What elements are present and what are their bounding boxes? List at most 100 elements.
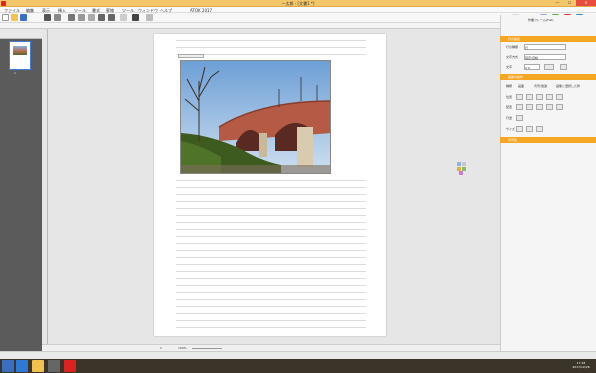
align-btn-5[interactable] xyxy=(556,104,563,110)
start-icon[interactable] xyxy=(2,360,14,372)
ruled-line xyxy=(176,236,366,237)
status-zoom[interactable]: 100% xyxy=(178,346,187,350)
position-label: 位置 xyxy=(506,95,513,99)
kind-option-frame[interactable]: 画像と選択した枠 xyxy=(556,84,580,88)
align-btn-3[interactable] xyxy=(536,104,543,110)
section-line-edit[interactable]: 行の編集 xyxy=(500,36,596,42)
horizontal-scrollbar[interactable] xyxy=(0,351,596,359)
linefeed-label: 行送 xyxy=(506,116,513,120)
ruled-line xyxy=(176,299,366,300)
align-btn-2[interactable] xyxy=(526,104,533,110)
ruled-line xyxy=(176,306,366,307)
line-type-label: 行の種類 xyxy=(506,45,519,49)
ruled-line xyxy=(176,54,366,55)
close-button[interactable]: ✕ xyxy=(576,0,596,6)
kind-option-bg[interactable]: 背景/透過 xyxy=(534,84,547,88)
page-thumbnail-pane: 1 xyxy=(0,29,42,351)
ruled-line xyxy=(176,208,366,209)
kind-option-screen[interactable]: 画面 xyxy=(518,84,524,88)
thumbnail-page-number: 1 xyxy=(14,71,16,75)
print-icon[interactable] xyxy=(44,14,51,21)
preview-icon[interactable] xyxy=(54,14,61,21)
panel-header: 作業フレーム(Full) xyxy=(528,18,554,22)
ichitaro-taskbar-icon[interactable] xyxy=(64,360,76,372)
apply-button[interactable] xyxy=(544,64,554,70)
maximize-button[interactable]: ☐ xyxy=(564,0,575,6)
pos-btn-3[interactable] xyxy=(536,94,543,100)
ruled-line xyxy=(176,243,366,244)
ie-icon[interactable] xyxy=(16,360,28,372)
char-mode-select[interactable]: 固定/自動 xyxy=(524,54,566,60)
linefeed-btn[interactable] xyxy=(516,115,523,121)
ruled-line xyxy=(176,278,366,279)
bridge-photo[interactable] xyxy=(180,60,331,174)
ruled-line xyxy=(176,271,366,272)
ruled-line xyxy=(176,250,366,251)
ruled-line xyxy=(176,264,366,265)
section-bg-color[interactable]: 背景色 xyxy=(500,137,596,143)
ruled-line xyxy=(176,194,366,195)
size-label: サイズ xyxy=(506,127,515,131)
ruled-line xyxy=(176,47,366,48)
ruled-line xyxy=(176,320,366,321)
ruled-line xyxy=(176,201,366,202)
thumbnail-image xyxy=(13,46,27,55)
paste-icon[interactable] xyxy=(88,14,95,21)
new-doc-icon[interactable] xyxy=(2,14,9,21)
undo-icon[interactable] xyxy=(98,14,105,21)
char-mode-label: 文字方式 xyxy=(506,55,519,59)
save-icon[interactable] xyxy=(20,14,27,21)
open-folder-icon[interactable] xyxy=(11,14,18,21)
align-btn-1[interactable] xyxy=(516,104,523,110)
app-icon[interactable] xyxy=(1,1,6,6)
minimize-button[interactable]: — xyxy=(552,0,563,6)
zoom-slider[interactable] xyxy=(192,348,222,349)
ruled-line xyxy=(176,229,366,230)
ruled-line xyxy=(176,257,366,258)
find-icon[interactable] xyxy=(120,14,127,21)
thumbnail-header xyxy=(0,29,42,39)
bridge-photo-svg xyxy=(181,61,330,173)
explorer-icon[interactable] xyxy=(32,360,44,372)
align-btn-4[interactable] xyxy=(546,104,553,110)
table-icon[interactable] xyxy=(146,14,153,21)
line-type-select[interactable]: 行 xyxy=(524,44,566,50)
pos-btn-2[interactable] xyxy=(526,94,533,100)
reset-button[interactable] xyxy=(560,64,567,70)
title-bar: 一太郎 - [文書1 *] — ☐ ✕ xyxy=(0,0,596,7)
app-icon-taskbar[interactable] xyxy=(48,360,60,372)
ruled-line xyxy=(176,40,366,41)
ruled-line xyxy=(176,180,366,181)
ruled-line xyxy=(176,285,366,286)
clock-date: 2017/12/26 xyxy=(572,365,590,369)
ruled-line xyxy=(176,313,366,314)
char-label: 文字 xyxy=(506,65,513,69)
pos-btn-5[interactable] xyxy=(556,94,563,100)
size-btn-1[interactable] xyxy=(516,126,523,132)
size-btn-3[interactable] xyxy=(536,126,543,132)
kind-label: 種類 xyxy=(506,84,513,88)
section-image-ops[interactable]: 画像の操作 xyxy=(500,74,596,80)
cut-icon[interactable] xyxy=(68,14,75,21)
taskbar xyxy=(0,359,596,373)
floating-palette[interactable] xyxy=(456,161,470,175)
clock[interactable]: 17:18 2017/12/26 xyxy=(568,361,594,369)
align-label: 配置 xyxy=(506,105,513,109)
size-btn-2[interactable] xyxy=(526,126,533,132)
redo-icon[interactable] xyxy=(108,14,115,21)
image-control-bar[interactable] xyxy=(178,54,204,58)
ruled-line xyxy=(176,327,366,328)
ruled-line xyxy=(176,187,366,188)
pos-btn-1[interactable] xyxy=(516,94,523,100)
status-page: 1 xyxy=(160,346,162,350)
copy-icon[interactable] xyxy=(78,14,85,21)
pos-btn-4[interactable] xyxy=(546,94,553,100)
frame-icon[interactable] xyxy=(132,14,139,21)
status-bar: 1 100% xyxy=(42,344,500,351)
char-value-field[interactable]: 2.0 xyxy=(524,64,540,70)
ruled-line xyxy=(176,222,366,223)
palette-icons xyxy=(457,162,466,175)
ruled-line xyxy=(176,292,366,293)
ruled-line xyxy=(176,215,366,216)
page-thumbnail[interactable] xyxy=(9,41,31,70)
